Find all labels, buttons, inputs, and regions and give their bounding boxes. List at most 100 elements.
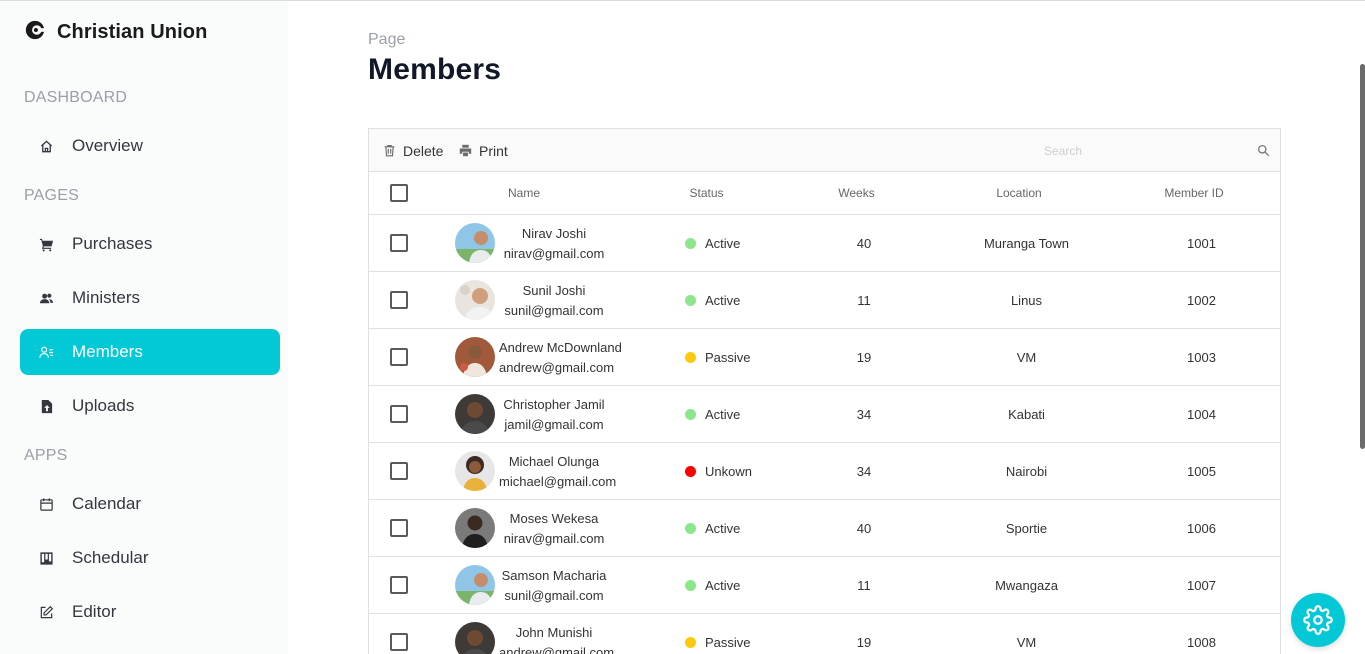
member-id-cell: 1003 xyxy=(1187,349,1216,365)
weeks-cell: 19 xyxy=(856,634,872,650)
location-cell: VM xyxy=(1016,634,1037,650)
column-header-name[interactable]: Name xyxy=(429,172,619,214)
cart-icon xyxy=(20,237,72,252)
status-dot xyxy=(685,636,696,648)
column-header-member-id[interactable]: Member ID xyxy=(1124,172,1264,214)
edit-icon xyxy=(20,605,72,620)
members-grid: Delete Print Name Status Weeks Location … xyxy=(368,128,1281,654)
search-icon[interactable] xyxy=(1257,144,1270,157)
sidebar-item-label: Purchases xyxy=(72,234,153,253)
member-email: andrew@gmail.com xyxy=(499,360,615,375)
avatar xyxy=(455,508,495,548)
row-checkbox[interactable] xyxy=(390,576,408,594)
status-dot xyxy=(685,465,696,477)
delete-button[interactable]: Delete xyxy=(383,129,443,172)
page-title: Members xyxy=(368,53,502,86)
sidebar-item-calendar[interactable]: Calendar xyxy=(20,481,280,527)
table-row[interactable]: Samson Macharia sunil@gmail.com Active 11… xyxy=(369,557,1280,614)
table-row[interactable]: Michael Olunga michael@gmail.com Unkown 3… xyxy=(369,443,1280,500)
member-id-cell: 1002 xyxy=(1187,292,1216,308)
scrollbar[interactable] xyxy=(1360,64,1365,449)
weeks-cell: 11 xyxy=(857,577,871,593)
column-header-location[interactable]: Location xyxy=(959,172,1079,214)
member-email: nirav@gmail.com xyxy=(503,246,605,261)
member-id-cell: 1007 xyxy=(1187,577,1216,593)
sidebar-item-editor[interactable]: Editor xyxy=(20,589,280,635)
sidebar-item-overview[interactable]: Overview xyxy=(20,123,280,169)
member-email: nirav@gmail.com xyxy=(503,531,605,546)
upload-icon xyxy=(20,399,72,414)
row-checkbox[interactable] xyxy=(390,519,408,537)
table-row[interactable]: Andrew McDownland andrew@gmail.com Passiv… xyxy=(369,329,1280,386)
row-checkbox[interactable] xyxy=(390,234,408,252)
row-checkbox[interactable] xyxy=(390,291,408,309)
table-row[interactable]: Moses Wekesa nirav@gmail.com Active 40 Sp… xyxy=(369,500,1280,557)
settings-button[interactable] xyxy=(1291,593,1345,647)
table-row[interactable]: Sunil Joshi sunil@gmail.com Active 11 Lin… xyxy=(369,272,1280,329)
sidebar-item-label: Uploads xyxy=(72,396,135,415)
people-icon xyxy=(20,291,72,306)
row-checkbox[interactable] xyxy=(390,348,408,366)
status-cell: Active xyxy=(659,215,769,271)
calendar-icon xyxy=(20,497,72,512)
member-email: andrew@gmail.com xyxy=(499,645,615,654)
select-all-checkbox[interactable] xyxy=(390,184,408,202)
location-cell: Kabati xyxy=(1008,406,1045,422)
status-text: Active xyxy=(705,577,741,593)
column-header-weeks[interactable]: Weeks xyxy=(799,172,914,214)
status-dot xyxy=(685,579,696,591)
print-button[interactable]: Print xyxy=(459,129,508,172)
status-text: Active xyxy=(705,406,741,422)
status-cell: Active xyxy=(659,386,769,442)
print-label: Print xyxy=(479,142,508,159)
brand[interactable]: Christian Union xyxy=(24,19,207,45)
avatar xyxy=(455,565,495,605)
sidebar-item-purchases[interactable]: Purchases xyxy=(20,221,280,267)
member-name: Moses Wekesa xyxy=(509,511,599,526)
status-text: Active xyxy=(705,292,741,308)
member-email: michael@gmail.com xyxy=(499,474,617,489)
search-box xyxy=(1040,129,1280,172)
sidebar-item-schedular[interactable]: Schedular xyxy=(20,535,280,581)
column-header-status[interactable]: Status xyxy=(649,172,764,214)
member-name: John Munishi xyxy=(515,625,593,640)
status-text: Active xyxy=(705,235,741,251)
table-row[interactable]: John Munishi andrew@gmail.com Passive 19 … xyxy=(369,614,1280,654)
sidebar-item-label: Members xyxy=(72,342,143,361)
weeks-cell: 34 xyxy=(856,463,872,479)
member-email: sunil@gmail.com xyxy=(504,303,604,318)
row-checkbox[interactable] xyxy=(390,405,408,423)
member-id-cell: 1004 xyxy=(1187,406,1216,422)
status-cell: Active xyxy=(659,557,769,613)
member-name: Nirav Joshi xyxy=(521,226,587,241)
member-email: sunil@gmail.com xyxy=(504,588,604,603)
table-row[interactable]: Nirav Joshi nirav@gmail.com Active 40 Mur… xyxy=(369,215,1280,272)
status-dot xyxy=(685,351,696,363)
weeks-cell: 34 xyxy=(856,406,872,422)
search-input[interactable] xyxy=(1044,143,1244,158)
location-cell: Mwangaza xyxy=(995,577,1058,593)
sidebar-item-ministers[interactable]: Ministers xyxy=(20,275,280,321)
status-cell: Passive xyxy=(659,329,769,385)
member-name: Andrew McDownland xyxy=(499,340,622,355)
gear-icon xyxy=(1303,605,1333,635)
status-dot xyxy=(685,522,696,534)
home-icon xyxy=(20,139,72,154)
sidebar-item-label: Ministers xyxy=(72,288,141,307)
location-cell: Nairobi xyxy=(1005,463,1048,479)
sidebar-item-label: Overview xyxy=(72,136,143,155)
table-row[interactable]: Christopher Jamil jamil@gmail.com Active … xyxy=(369,386,1280,443)
avatar xyxy=(455,223,495,263)
avatar xyxy=(455,622,495,654)
location-cell: Linus xyxy=(1010,292,1043,308)
location-cell: Sportie xyxy=(1005,520,1048,536)
status-cell: Unkown xyxy=(659,443,769,499)
status-dot xyxy=(685,408,696,420)
status-text: Active xyxy=(705,520,741,536)
avatar xyxy=(455,280,495,320)
row-checkbox[interactable] xyxy=(390,462,408,480)
sidebar-item-uploads[interactable]: Uploads xyxy=(20,383,280,429)
row-checkbox[interactable] xyxy=(390,633,408,651)
sidebar-item-members[interactable]: Members xyxy=(20,329,280,375)
weeks-cell: 40 xyxy=(856,235,872,251)
